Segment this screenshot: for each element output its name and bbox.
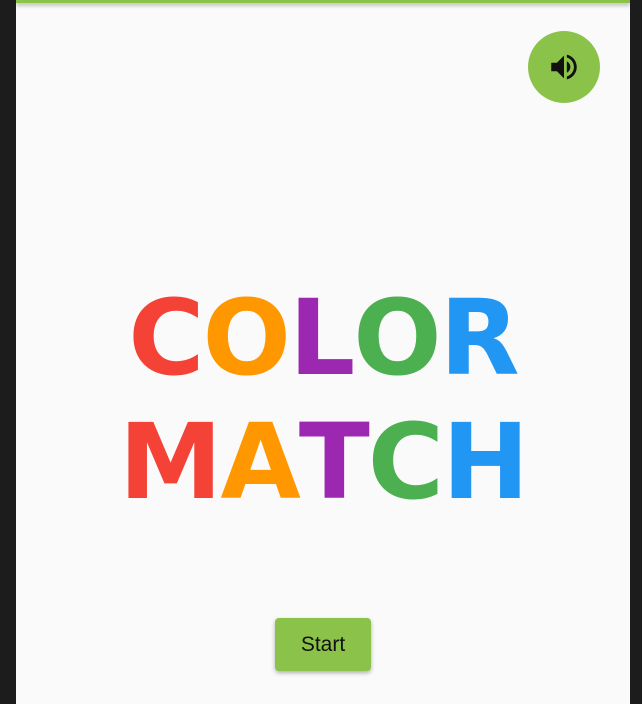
top-bar [16,0,630,3]
title-letter: H [442,401,529,523]
title-line-match: MATCH [16,410,630,514]
start-button[interactable]: Start [275,618,371,671]
title-letter: C [128,277,204,399]
sound-toggle-button[interactable] [528,31,600,103]
title-letter: O [353,277,441,399]
title-letter: M [118,401,222,523]
title-letter: L [288,277,355,399]
app-screen: COLOR MATCH Start [16,0,630,704]
title-letter: O [202,277,291,399]
device-frame: COLOR MATCH Start [0,0,642,704]
title-letter: C [367,401,444,523]
title-letter: R [439,277,520,399]
volume-up-icon [551,54,577,80]
title-letter: T [298,401,370,523]
title-letter: A [220,401,300,523]
title-line-color: COLOR [16,286,630,390]
